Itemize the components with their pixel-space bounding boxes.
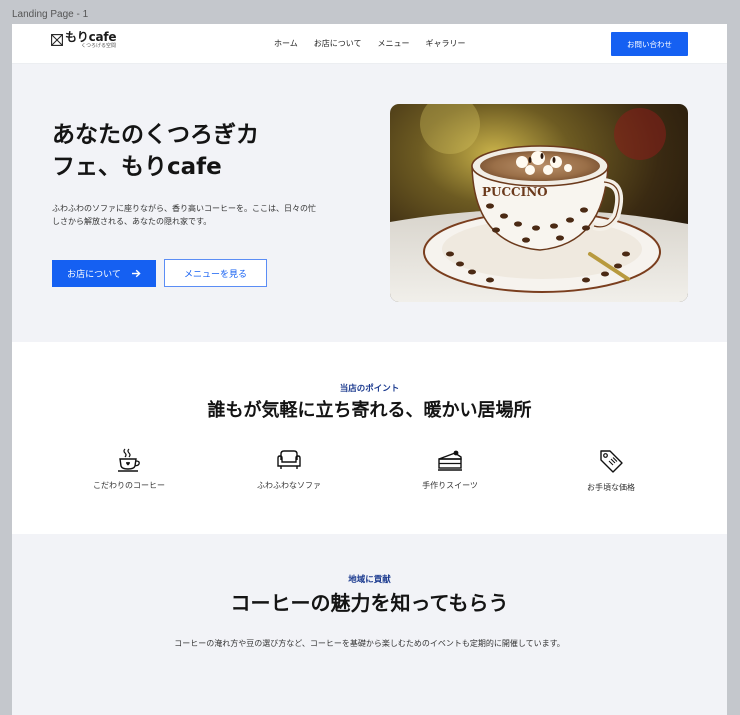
hero-coffee-image: PUCCINO <box>390 104 688 302</box>
hero-section: あなたのくつろぎカ フェ、もりcafe ふわふわのソファに座りながら、香り高いコ… <box>12 64 727 342</box>
points-section: 当店のポイント 誰もが気軽に立ち寄れる、暖かい居場所 こだわりのコーヒー ふわふ… <box>12 342 727 534</box>
hero-title-line-2: フェ、もりcafe <box>52 154 222 180</box>
nav-item-menu[interactable]: メニュー <box>378 38 410 49</box>
sofa-icon <box>277 450 301 469</box>
feature-sofa-label: ふわふわなソファ <box>257 481 321 490</box>
frame-label: Landing Page - 1 <box>12 9 89 20</box>
feature-coffee: こだわりのコーヒー <box>59 448 199 491</box>
logo-tagline: くつろげる空間 <box>81 43 117 49</box>
points-eyebrow: 当店のポイント <box>339 384 400 394</box>
feature-sweets-label: 手作りスイーツ <box>422 481 478 490</box>
community-description: コーヒーの淹れ方や豆の選び方など、コーヒーを基礎から楽しむためのイベントも定期的… <box>174 639 565 648</box>
about-shop-button[interactable]: お店について <box>52 260 156 287</box>
view-menu-button[interactable]: メニューを見る <box>164 259 267 287</box>
contact-button[interactable]: お問い合わせ <box>611 32 688 56</box>
landing-page-canvas: もりcafe くつろげる空間 ホーム お店について メニュー ギャラリー お問い… <box>12 24 727 715</box>
hero-title: あなたのくつろぎカ フェ、もりcafe <box>52 119 312 183</box>
nav-item-gallery[interactable]: ギャラリー <box>426 38 466 49</box>
site-header: もりcafe くつろげる空間 ホーム お店について メニュー ギャラリー お問い… <box>12 24 727 64</box>
coffee-cup-icon <box>118 448 140 472</box>
price-tag-icon <box>600 450 623 473</box>
feature-price: お手頃な価格 <box>541 448 681 493</box>
about-shop-button-label: お店について <box>67 270 121 280</box>
feature-price-label: お手頃な価格 <box>587 483 635 492</box>
community-eyebrow: 地域に貢献 <box>348 575 391 585</box>
community-section: 地域に貢献 コーヒーの魅力を知ってもらう コーヒーの淹れ方や豆の選び方など、コー… <box>12 534 727 715</box>
cappuccino-photo: PUCCINO <box>390 104 688 302</box>
hero-description: ふわふわのソファに座りながら、香り高いコーヒーを。ここは、日々の忙 しさから解放… <box>52 202 352 228</box>
logo[interactable]: もりcafe くつろげる空間 <box>51 30 117 49</box>
nav-item-home[interactable]: ホーム <box>274 38 298 49</box>
main-nav: ホーム お店について メニュー ギャラリー <box>274 38 466 49</box>
hero-description-line-2: しさから解放される、あなたの隠れ家です。 <box>52 217 212 226</box>
cake-icon <box>438 450 462 471</box>
nav-item-about[interactable]: お店について <box>314 38 362 49</box>
hero-description-line-1: ふわふわのソファに座りながら、香り高いコーヒーを。ここは、日々の忙 <box>52 204 316 213</box>
feature-coffee-label: こだわりのコーヒー <box>93 481 165 490</box>
logo-name: もりcafe <box>65 30 117 44</box>
arrow-right-icon <box>131 269 141 278</box>
cup-print-text: PUCCINO <box>482 185 548 199</box>
hero-title-line-1: あなたのくつろぎカ <box>52 122 259 148</box>
community-title: コーヒーの魅力を知ってもらう <box>230 591 509 615</box>
feature-sweets: 手作りスイーツ <box>380 448 520 491</box>
feature-sofa: ふわふわなソファ <box>219 448 359 491</box>
points-title: 誰もが気軽に立ち寄れる、暖かい居場所 <box>207 400 532 421</box>
image-placeholder-icon <box>51 34 63 46</box>
